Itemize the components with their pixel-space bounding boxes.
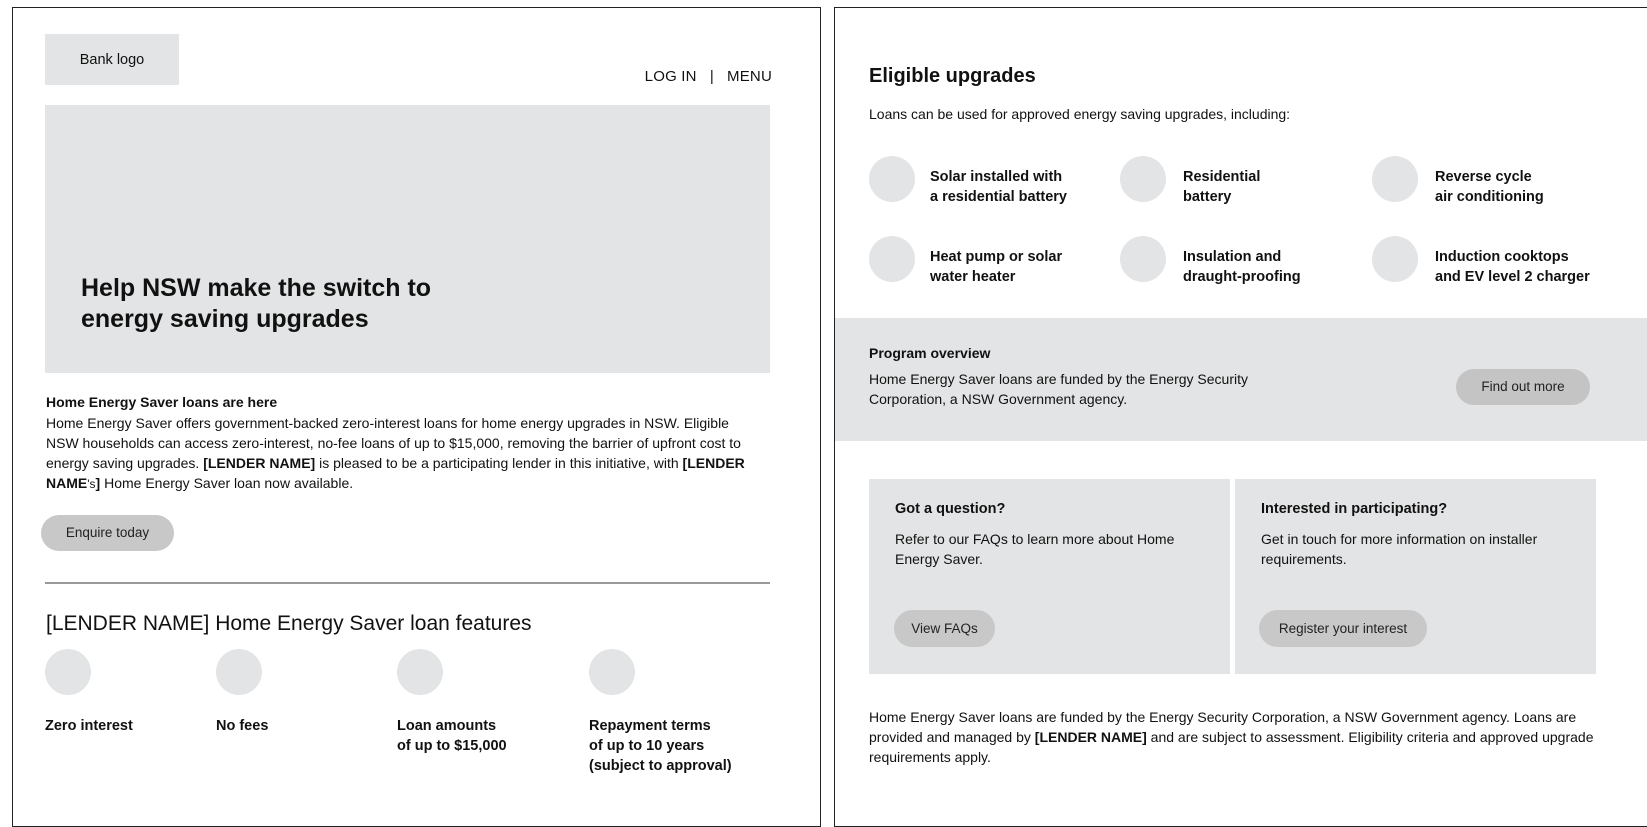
intro-heading: Home Energy Saver loans are here bbox=[46, 394, 278, 410]
intro-text-3: Home Energy Saver loan now available. bbox=[100, 475, 354, 491]
upgrade-air-conditioning: Reverse cycle air conditioning bbox=[1435, 167, 1544, 207]
participate-card: Interested in participating? Get in touc… bbox=[1235, 479, 1596, 674]
repayment-terms-icon bbox=[589, 649, 635, 695]
solar-battery-icon bbox=[869, 156, 915, 202]
upgrade-insulation: Insulation and draught-proofing bbox=[1183, 247, 1301, 287]
view-faqs-button[interactable]: View FAQs bbox=[894, 610, 995, 647]
upgrade-line: air conditioning bbox=[1435, 189, 1544, 205]
enquire-button[interactable]: Enquire today bbox=[41, 515, 174, 551]
lender-name: [LENDER NAME] bbox=[203, 455, 316, 471]
upgrade-residential-battery: Residential battery bbox=[1183, 167, 1260, 207]
landing-page-panel: Bank logo LOG IN | MENU Help NSW make th… bbox=[12, 7, 821, 827]
upgrade-line: Reverse cycle bbox=[1435, 169, 1532, 185]
upgrade-line: Solar installed with bbox=[930, 169, 1063, 185]
find-out-more-button[interactable]: Find out more bbox=[1456, 369, 1590, 405]
eligible-upgrades-title: Eligible upgrades bbox=[869, 65, 1036, 87]
upgrade-line: Insulation and bbox=[1183, 249, 1282, 265]
feature-line: Repayment terms bbox=[589, 718, 711, 734]
lender-possessive: 's bbox=[87, 477, 96, 491]
no-fees-icon bbox=[216, 649, 262, 695]
upgrade-water-heater: Heat pump or solar water heater bbox=[930, 247, 1062, 287]
login-link[interactable]: LOG IN bbox=[645, 68, 697, 85]
loan-amount-icon bbox=[397, 649, 443, 695]
air-conditioning-icon bbox=[1372, 156, 1418, 202]
feature-zero-interest: Zero interest bbox=[45, 716, 133, 736]
upgrade-line: water heater bbox=[930, 269, 1016, 285]
lender-name: [LENDER NAME] bbox=[1034, 729, 1147, 745]
upgrade-line: Induction cooktops bbox=[1435, 249, 1569, 265]
upgrade-line: Heat pump or solar bbox=[930, 249, 1063, 265]
intro-text-2: is pleased to be a participating lender … bbox=[315, 455, 683, 471]
feature-line: Loan amounts bbox=[397, 718, 497, 734]
upgrade-line: a residential battery bbox=[930, 189, 1067, 205]
program-overview-title: Program overview bbox=[869, 345, 991, 361]
top-nav: LOG IN | MENU bbox=[645, 68, 772, 85]
feature-repayment-terms: Repayment terms of up to 10 years (subje… bbox=[589, 716, 732, 776]
feature-no-fees: No fees bbox=[216, 716, 268, 736]
upgrade-line: battery bbox=[1183, 189, 1232, 205]
upgrade-induction-ev: Induction cooktops and EV level 2 charge… bbox=[1435, 247, 1590, 287]
information-panel: Eligible upgrades Loans can be used for … bbox=[834, 7, 1647, 827]
bank-logo[interactable]: Bank logo bbox=[45, 34, 179, 85]
faq-card-text: Refer to our FAQs to learn more about Ho… bbox=[895, 531, 1175, 567]
upgrade-solar-battery: Solar installed with a residential batte… bbox=[930, 167, 1067, 207]
feature-loan-amounts: Loan amounts of up to $15,000 bbox=[397, 716, 507, 756]
hero-title: Help NSW make the switch to energy savin… bbox=[81, 274, 432, 333]
features-title: [LENDER NAME] Home Energy Saver loan fea… bbox=[46, 612, 532, 635]
zero-interest-icon bbox=[45, 649, 91, 695]
hero-banner: Help NSW make the switch to energy savin… bbox=[45, 105, 770, 373]
induction-ev-icon bbox=[1372, 236, 1418, 282]
feature-line: of up to $15,000 bbox=[397, 738, 507, 754]
section-divider bbox=[45, 582, 770, 584]
feature-line: No fees bbox=[216, 718, 269, 734]
feature-line: Zero interest bbox=[45, 718, 133, 734]
program-overview-text: Home Energy Saver loans are funded by th… bbox=[869, 371, 1248, 407]
upgrade-line: Residential bbox=[1183, 169, 1261, 185]
intro-paragraph: Home Energy Saver offers government-back… bbox=[46, 413, 746, 494]
bank-logo-text: Bank logo bbox=[79, 51, 145, 68]
water-heater-icon bbox=[869, 236, 915, 282]
nav-separator: | bbox=[709, 68, 714, 85]
footer-disclaimer: Home Energy Saver loans are funded by th… bbox=[869, 707, 1609, 767]
feature-line: of up to 10 years bbox=[589, 738, 705, 754]
faq-card-title: Got a question? bbox=[895, 501, 1006, 517]
insulation-icon bbox=[1120, 236, 1166, 282]
upgrade-line: draught-proofing bbox=[1183, 269, 1301, 285]
residential-battery-icon bbox=[1120, 156, 1166, 202]
register-interest-button[interactable]: Register your interest bbox=[1259, 610, 1427, 647]
menu-link[interactable]: MENU bbox=[727, 68, 772, 85]
feature-line: (subject to approval) bbox=[589, 758, 732, 774]
participate-card-title: Interested in participating? bbox=[1261, 501, 1448, 517]
upgrade-line: and EV level 2 charger bbox=[1435, 269, 1590, 285]
eligible-upgrades-intro: Loans can be used for approved energy sa… bbox=[869, 106, 1291, 122]
participate-card-text: Get in touch for more information on ins… bbox=[1261, 531, 1538, 567]
faq-card: Got a question? Refer to our FAQs to lea… bbox=[869, 479, 1230, 674]
